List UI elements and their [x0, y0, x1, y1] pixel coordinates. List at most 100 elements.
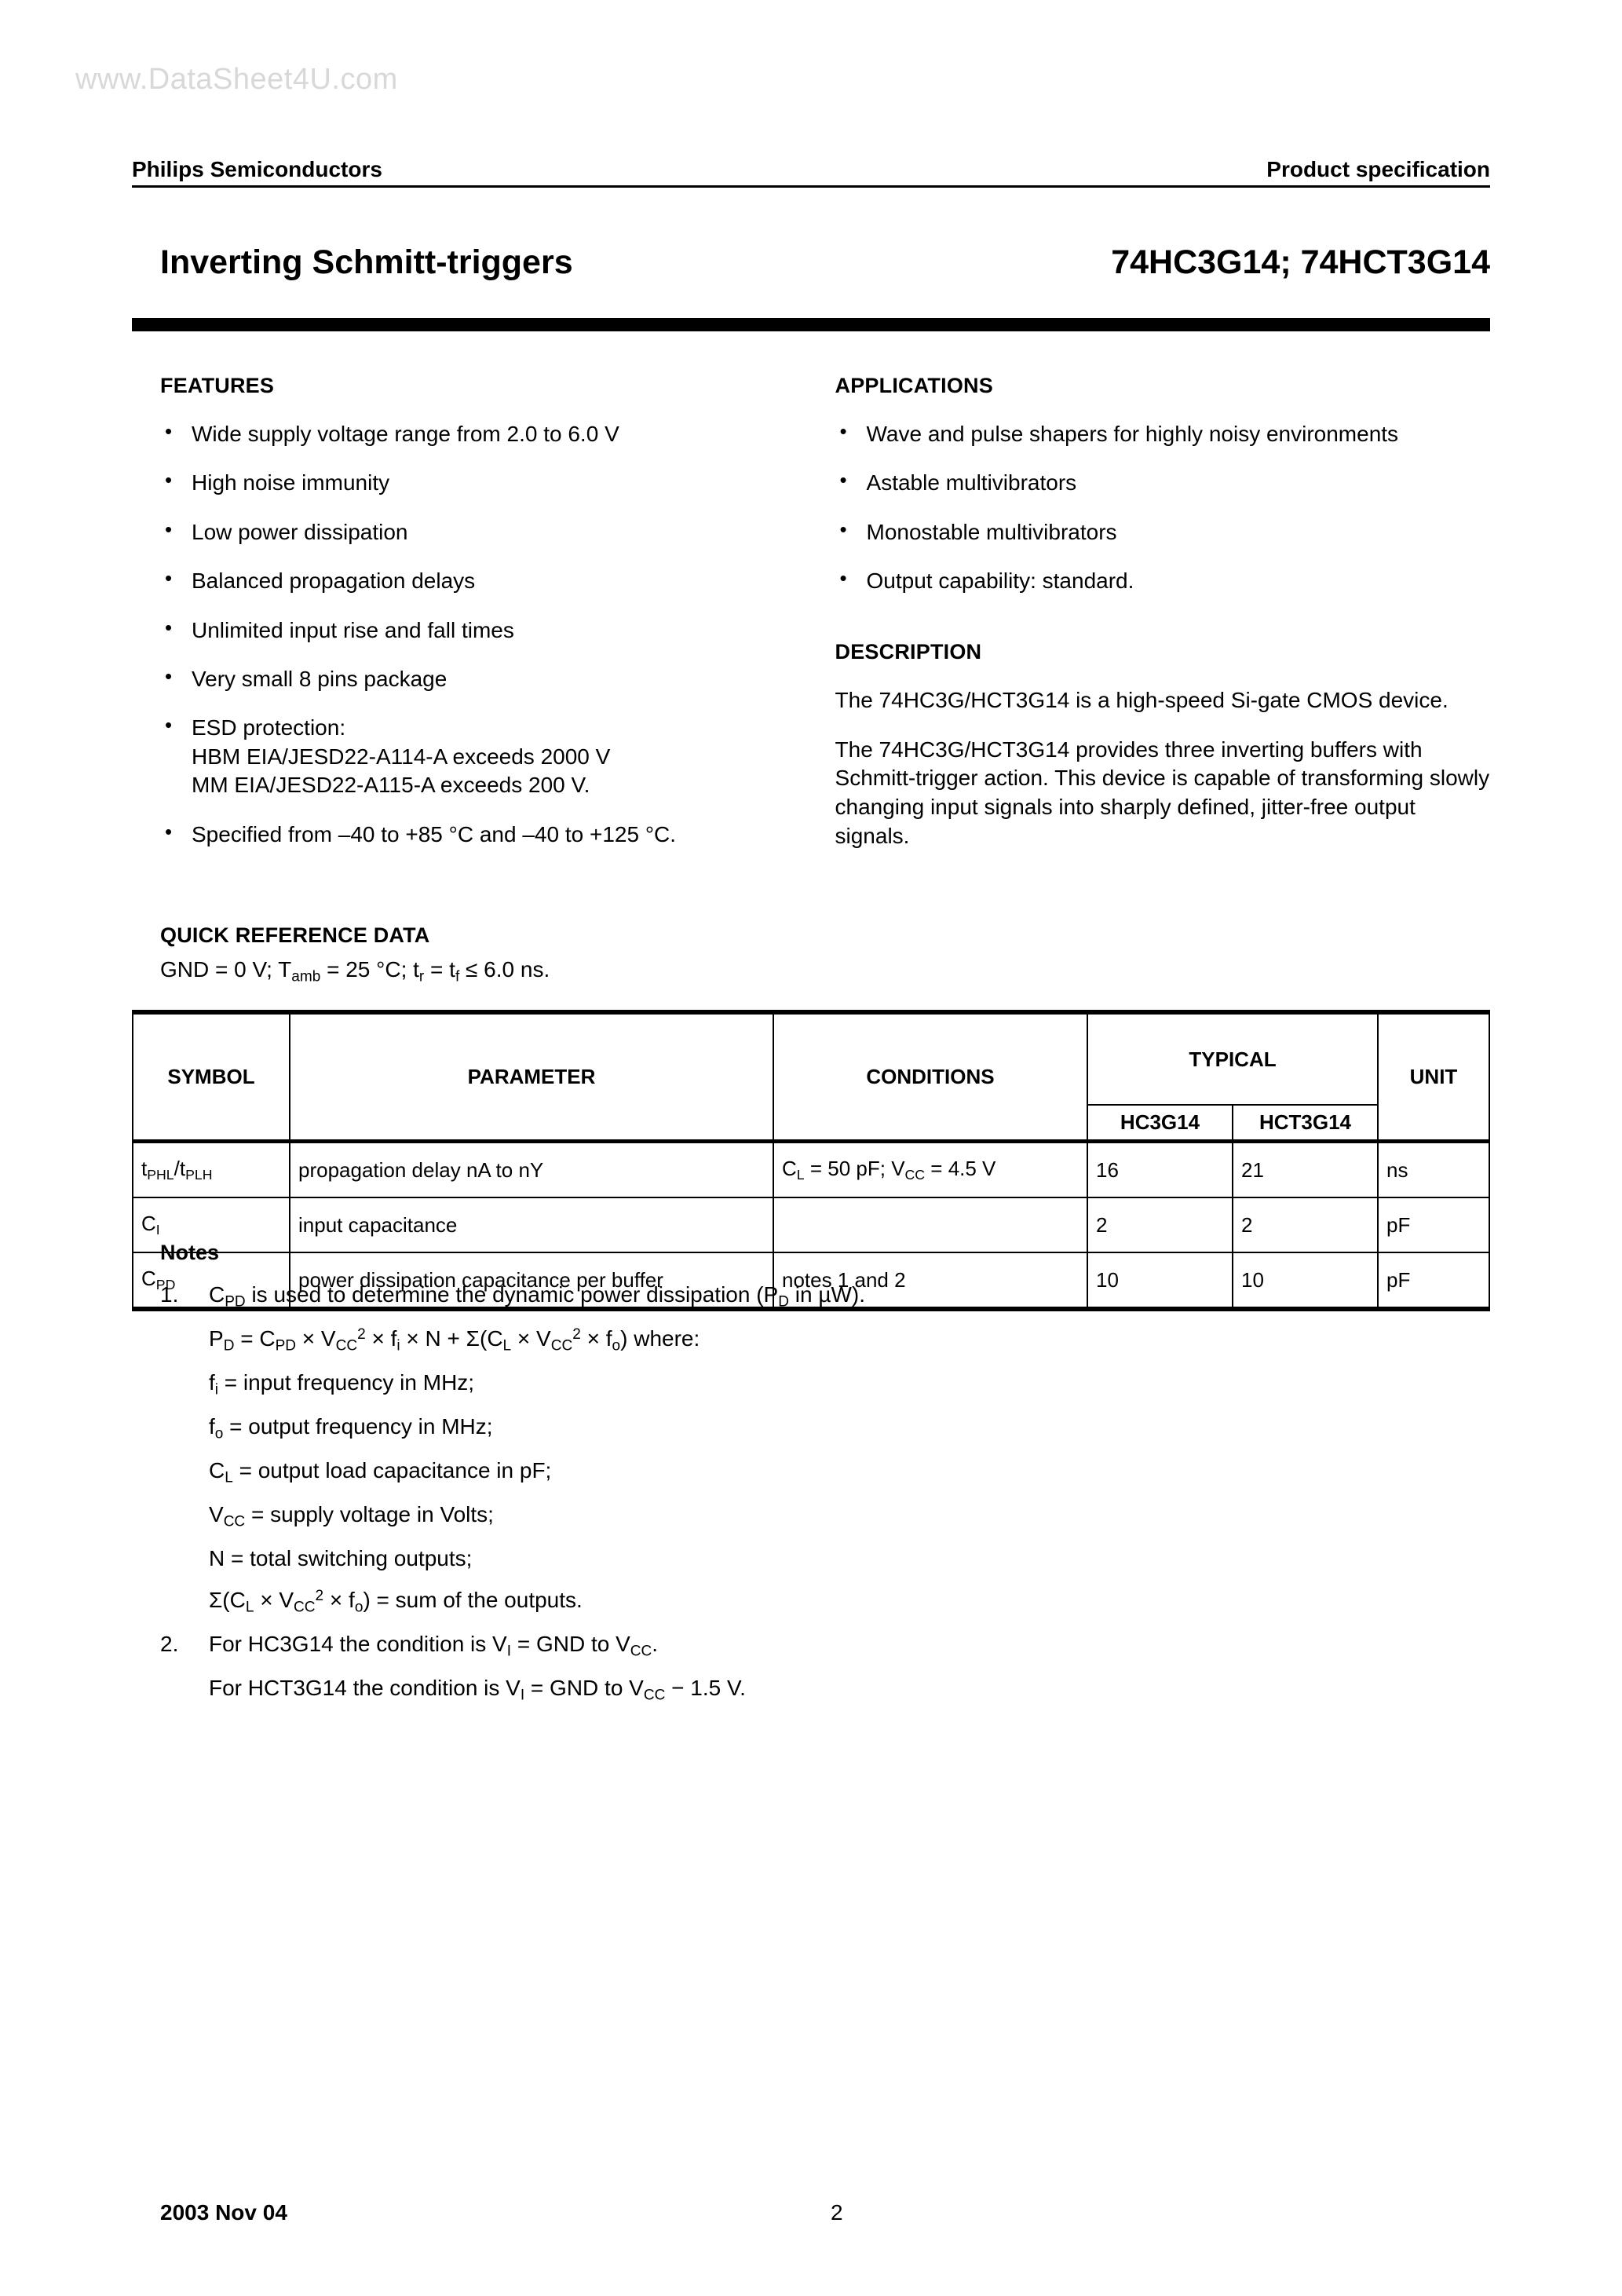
- note-line: N = total switching outputs;: [209, 1546, 473, 1571]
- left-column: FEATURES Wide supply voltage range from …: [132, 374, 788, 872]
- cell-conditions: CL = 50 pF; VCC = 4.5 V: [773, 1139, 1088, 1198]
- title-rule-thick: [132, 318, 1490, 331]
- page-title: Inverting Schmitt-triggers: [160, 243, 573, 281]
- header-rule-thin: [132, 185, 1490, 188]
- note-line: For HCT3G14 the condition is VI = GND to…: [209, 1676, 746, 1704]
- esd-line-1: ESD protection:: [192, 715, 346, 740]
- cell-parameter: propagation delay nA to nY: [289, 1139, 774, 1198]
- application-text: Monostable multivibrators: [866, 519, 1117, 544]
- cell-typical-hc: 16: [1087, 1139, 1233, 1198]
- table-row: tPHL/tPLH propagation delay nA to nY CL …: [132, 1139, 1490, 1198]
- list-item: High noise immunity: [160, 467, 788, 497]
- note-line: PD = CPD × VCC2 × fi × N + Σ(CL × VCC2 ×…: [209, 1325, 700, 1355]
- description-heading: DESCRIPTION: [835, 639, 982, 664]
- note-item-2: 2. For HC3G14 the condition is VI = GND …: [160, 1630, 1495, 1706]
- features-list: Wide supply voltage range from 2.0 to 6.…: [160, 419, 788, 849]
- list-item: Wide supply voltage range from 2.0 to 6.…: [160, 419, 788, 448]
- part-numbers: 74HC3G14; 74HCT3G14: [1111, 243, 1490, 281]
- symbol-mid: /t: [174, 1157, 186, 1181]
- list-item: Unlimited input rise and fall times: [160, 615, 788, 645]
- note-number: 2.: [160, 1631, 179, 1656]
- note-line: VCC = supply voltage in Volts;: [209, 1502, 494, 1530]
- feature-text: Balanced propagation delays: [192, 569, 476, 594]
- quick-reference-heading: QUICK REFERENCE DATA: [160, 923, 430, 947]
- cond-prefix: GND = 0 V; T: [160, 957, 292, 982]
- feature-text: Low power dissipation: [192, 519, 408, 544]
- notes-list: 1. CPD is used to determine the dynamic …: [160, 1281, 1495, 1706]
- cond-c-sub: L: [796, 1166, 805, 1183]
- cond-sub-amb: amb: [291, 968, 321, 985]
- table-header-row-1: SYMBOL PARAMETER CONDITIONS TYPICAL UNIT: [132, 1010, 1490, 1143]
- footer-page-number: 2: [831, 2200, 843, 2225]
- company-name: Philips Semiconductors: [132, 157, 382, 181]
- esd-line-3: MM EIA/JESD22-A115-A exceeds 200 V.: [192, 773, 590, 798]
- description-paragraph-1: The 74HC3G/HCT3G14 is a high-speed Si-ga…: [835, 687, 1448, 712]
- application-text: Wave and pulse shapers for highly noisy …: [866, 422, 1399, 446]
- cond-mid2: = t: [424, 957, 455, 982]
- notes-block: Notes 1. CPD is used to determine the dy…: [160, 1241, 1495, 1718]
- feature-text: High noise immunity: [192, 470, 390, 495]
- table-head: SYMBOL PARAMETER CONDITIONS TYPICAL UNIT…: [132, 1010, 1490, 1143]
- cond-mid-text: = 50 pF; V: [804, 1157, 905, 1181]
- col-header-symbol: SYMBOL: [132, 1010, 290, 1143]
- list-item: Wave and pulse shapers for highly noisy …: [835, 419, 1490, 448]
- note-line: For HC3G14 the condition is VI = GND to …: [209, 1631, 659, 1660]
- note-line: CL = output load capacitance in pF;: [209, 1458, 552, 1486]
- feature-text: Very small 8 pins package: [192, 666, 448, 691]
- application-text: Astable multivibrators: [866, 470, 1077, 495]
- right-column: APPLICATIONS Wave and pulse shapers for …: [835, 374, 1490, 872]
- list-item: Balanced propagation delays: [160, 565, 788, 595]
- symbol-main: C: [141, 1267, 156, 1291]
- cond-end: = 4.5 V: [925, 1157, 996, 1181]
- col-header-unit: UNIT: [1377, 1010, 1490, 1143]
- note-number: 1.: [160, 1282, 179, 1307]
- note-line: fi = input frequency in MHz;: [209, 1370, 475, 1398]
- body-columns: FEATURES Wide supply voltage range from …: [132, 374, 1490, 872]
- note-line: Σ(CL × VCC2 × fo) = sum of the outputs.: [209, 1587, 583, 1616]
- cell-unit: ns: [1377, 1139, 1490, 1198]
- note-item-1: 1. CPD is used to determine the dynamic …: [160, 1281, 1495, 1618]
- cond-suffix: ≤ 6.0 ns.: [459, 957, 550, 982]
- col-header-parameter: PARAMETER: [289, 1010, 774, 1143]
- esd-line-2: HBM EIA/JESD22-A114-A exceeds 2000 V: [192, 744, 611, 769]
- quick-reference-conditions: GND = 0 V; Tamb = 25 °C; tr = tf ≤ 6.0 n…: [160, 957, 1495, 985]
- list-item: Output capability: standard.: [835, 565, 1490, 595]
- cond-c: C: [782, 1157, 797, 1181]
- list-item: Very small 8 pins package: [160, 664, 788, 693]
- cond-mid: = 25 °C; t: [320, 957, 419, 982]
- document-type: Product specification: [1266, 157, 1490, 181]
- col-header-hct3g14: HCT3G14: [1232, 1104, 1379, 1143]
- col-header-conditions: CONDITIONS: [773, 1010, 1088, 1143]
- cell-symbol: tPHL/tPLH: [132, 1139, 290, 1198]
- col-header-typical: TYPICAL: [1087, 1010, 1379, 1106]
- applications-heading: APPLICATIONS: [835, 374, 993, 397]
- application-text: Output capability: standard.: [866, 569, 1134, 594]
- page-header: Philips Semiconductors Product specifica…: [132, 157, 1490, 182]
- applications-list: Wave and pulse shapers for highly noisy …: [835, 419, 1490, 596]
- features-heading: FEATURES: [160, 374, 275, 397]
- symbol-sub-2: PLH: [185, 1166, 213, 1183]
- watermark-top: www.DataSheet4U.com: [75, 63, 398, 96]
- description-paragraph-2: The 74HC3G/HCT3G14 provides three invert…: [835, 737, 1490, 849]
- list-item: Astable multivibrators: [835, 467, 1490, 497]
- symbol-sub-1: PHL: [147, 1166, 174, 1183]
- list-item-temperature: Specified from –40 to +85 °C and –40 to …: [160, 818, 788, 849]
- footer-date: 2003 Nov 04: [160, 2200, 287, 2225]
- notes-heading: Notes: [160, 1241, 220, 1264]
- note-line: CPD is used to determine the dynamic pow…: [209, 1282, 865, 1311]
- cell-typical-hct: 21: [1232, 1139, 1379, 1198]
- quick-reference-block: QUICK REFERENCE DATA GND = 0 V; Tamb = 2…: [160, 923, 1495, 1003]
- symbol-sub-1: I: [155, 1221, 160, 1238]
- feature-text: Unlimited input rise and fall times: [192, 617, 514, 642]
- feature-text: Wide supply voltage range from 2.0 to 6.…: [192, 422, 619, 446]
- note-line: fo = output frequency in MHz;: [209, 1414, 493, 1442]
- feature-text: Specified from –40 to +85 °C and –40 to …: [192, 821, 677, 846]
- col-header-hc3g14: HC3G14: [1087, 1104, 1233, 1143]
- symbol-main: C: [141, 1212, 156, 1236]
- title-row: Inverting Schmitt-triggers 74HC3G14; 74H…: [132, 243, 1490, 282]
- datasheet-page: www.DataSheet4U.com Philips Semiconducto…: [0, 0, 1622, 2296]
- list-item: Monostable multivibrators: [835, 517, 1490, 547]
- list-item-esd: ESD protection: HBM EIA/JESD22-A114-A ex…: [160, 712, 788, 799]
- list-item: Low power dissipation: [160, 517, 788, 547]
- cond-v-sub: CC: [904, 1166, 926, 1183]
